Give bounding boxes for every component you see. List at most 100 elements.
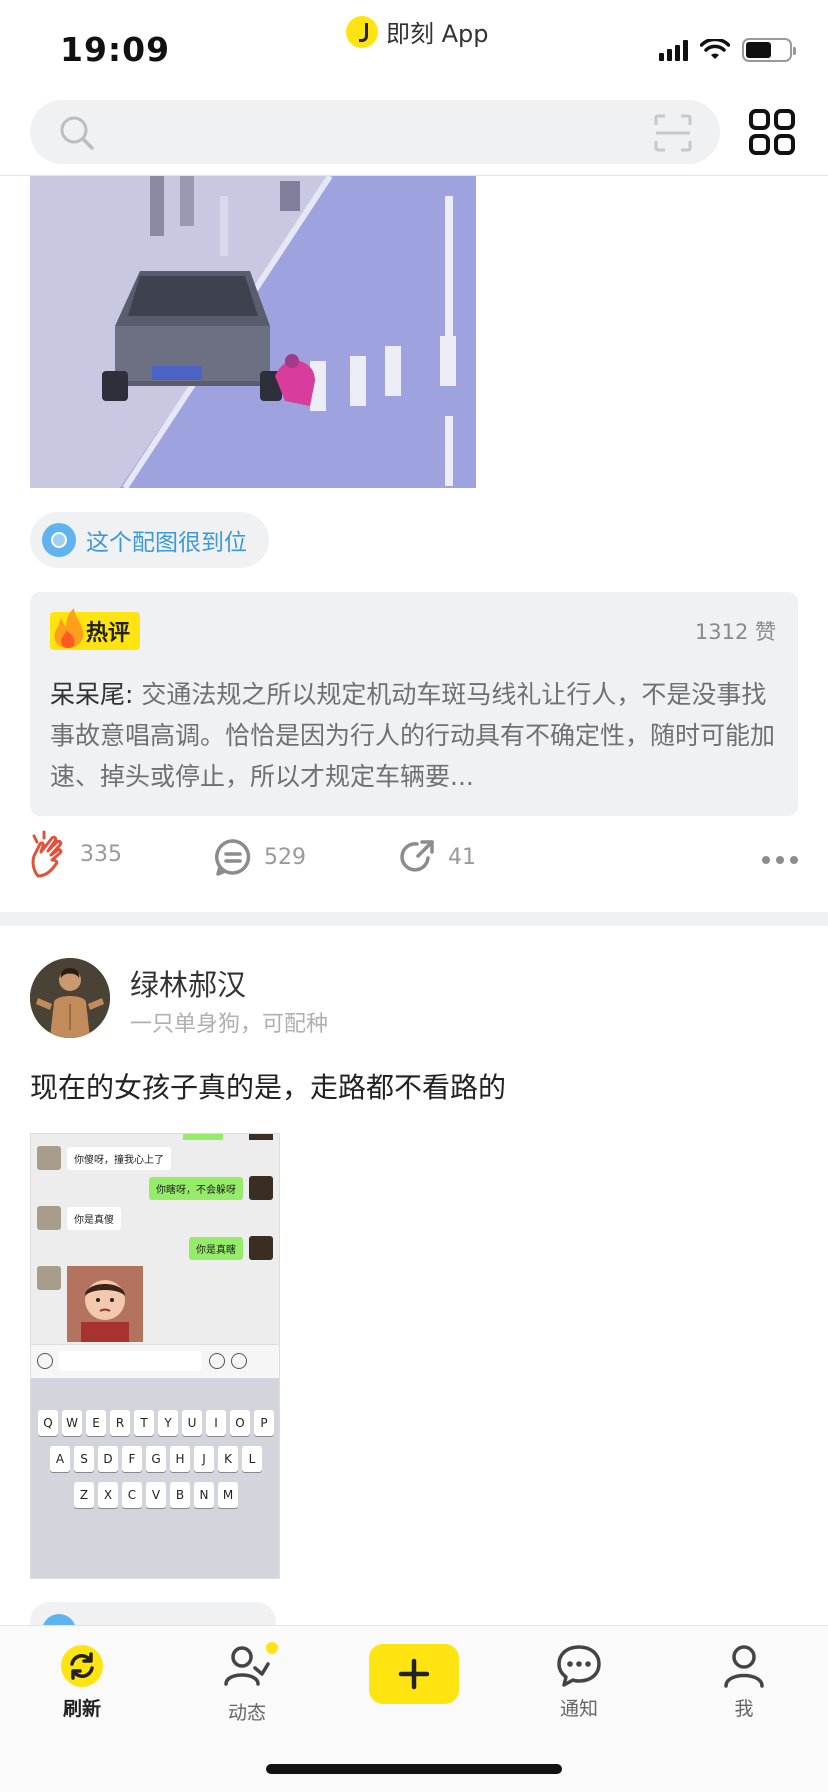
chat-bubble-icon (557, 1645, 601, 1687)
battery-icon (742, 38, 796, 62)
refresh-icon (61, 1645, 103, 1687)
keyboard-key: Z (74, 1482, 94, 1508)
voice-icon (37, 1353, 53, 1369)
keyboard-key: N (194, 1482, 214, 1508)
topic-chip[interactable]: 这个配图很到位 (30, 512, 269, 568)
keyboard-key: E (86, 1410, 106, 1436)
keyboard-key: A (50, 1446, 70, 1472)
share-button[interactable]: 41 (398, 838, 476, 876)
post-image-street[interactable] (30, 176, 476, 488)
tab-label: 通知 (559, 1698, 598, 1720)
search-bar[interactable] (30, 100, 720, 164)
status-time: 19:09 (60, 30, 171, 69)
keyboard-key: H (170, 1446, 190, 1472)
hot-comment-card[interactable]: 热评 1312 赞 呆呆尾: 交通法规之所以规定机动车斑马线礼让行人，不是没事找… (30, 592, 798, 816)
keyboard-row-1: QWERTYUIOP (31, 1410, 279, 1436)
chat-row (37, 1266, 143, 1342)
grid-menu-icon[interactable] (748, 108, 796, 156)
keyboard-key: J (194, 1446, 214, 1472)
signal-icon (659, 39, 688, 61)
keyboard-key: O (230, 1410, 250, 1436)
keyboard: QWERTYUIOP ASDFGHJKL ZXCVBNM (31, 1378, 279, 1578)
like-button[interactable]: 335 (30, 830, 122, 878)
keyboard-key: P (254, 1410, 274, 1436)
app-name: 即刻 App (386, 20, 489, 48)
share-count: 41 (448, 844, 476, 870)
scan-icon[interactable] (654, 114, 692, 152)
comment-icon (215, 839, 251, 876)
flame-icon (54, 608, 84, 648)
topic-icon (42, 523, 76, 557)
keyboard-row-3: ZXCVBNM (31, 1482, 279, 1508)
keyboard-key: K (218, 1446, 238, 1472)
keyboard-key: Q (38, 1410, 58, 1436)
comment-button[interactable]: 529 (214, 838, 306, 876)
status-bar: 19:09 即刻 App (0, 0, 828, 92)
tab-label: 动态 (227, 1702, 266, 1724)
keyboard-key: W (62, 1410, 82, 1436)
user-icon (724, 1645, 764, 1688)
chat-row: 你是真傻 (37, 1206, 121, 1230)
chat-avatar-cut (249, 1134, 273, 1140)
avatar[interactable] (30, 958, 110, 1038)
comment-count: 529 (264, 844, 306, 870)
jike-logo-icon (346, 15, 378, 48)
topic-label: 这个配图很到位 (86, 530, 247, 556)
chat-bubble-cut (183, 1134, 223, 1140)
people-icon (224, 1646, 270, 1686)
chat-row: 你傻呀，撞我心上了 (37, 1146, 171, 1170)
tab-notifications[interactable]: 通知 (524, 1644, 634, 1721)
post-action-bar: 335 529 41 (30, 830, 798, 894)
chat-row: 你瞎呀，不会躲呀 (149, 1176, 273, 1200)
chat-avatar (37, 1206, 61, 1230)
create-post-button[interactable] (369, 1644, 459, 1704)
keyboard-key: F (122, 1446, 142, 1472)
home-indicator (266, 1764, 562, 1774)
chat-sticker-image (67, 1266, 143, 1342)
chat-message: 你瞎呀，不会躲呀 (149, 1176, 243, 1200)
chat-message: 你是真瞎 (189, 1236, 243, 1260)
emoji-icon (209, 1353, 225, 1369)
post-author-name[interactable]: 绿林郝汉 (130, 962, 246, 1004)
keyboard-key: Y (158, 1410, 178, 1436)
keyboard-key: M (218, 1482, 238, 1508)
keyboard-key: U (182, 1410, 202, 1436)
hot-comment-likes[interactable]: 1312 赞 (695, 616, 776, 646)
app-indicator: 即刻 App (346, 14, 489, 49)
share-icon (400, 840, 434, 872)
hot-badge-label: 热评 (86, 621, 131, 646)
tab-refresh[interactable]: 刷新 (27, 1644, 137, 1721)
keyboard-key: G (146, 1446, 166, 1472)
keyboard-key: X (98, 1482, 118, 1508)
keyboard-key: C (122, 1482, 142, 1508)
chat-message: 你是真傻 (67, 1206, 121, 1230)
tab-feed[interactable]: 动态 (192, 1642, 302, 1725)
tab-me[interactable]: 我 (689, 1644, 799, 1721)
keyboard-row-2: ASDFGHJKL (31, 1446, 279, 1472)
unread-dot (266, 1642, 278, 1654)
more-options-icon[interactable] (762, 856, 798, 864)
chat-input (59, 1351, 201, 1371)
hot-comment-author[interactable]: 呆呆尾: (50, 680, 133, 709)
hot-comment-body: 交通法规之所以规定机动车斑马线礼让行人，不是没事找事故意唱高调。恰恰是因为行人的… (50, 680, 776, 791)
chat-avatar (37, 1266, 61, 1290)
chat-message: 你傻呀，撞我心上了 (67, 1146, 171, 1170)
keyboard-key: B (170, 1482, 190, 1508)
chat-input-bar (31, 1344, 279, 1378)
keyboard-key: L (242, 1446, 262, 1472)
status-icons (659, 38, 796, 62)
keyboard-key: T (134, 1410, 154, 1436)
post-image-chat[interactable]: 你傻呀，撞我心上了 你瞎呀，不会躲呀 你是真傻 你是真瞎 QWERTYUIOP … (30, 1133, 280, 1579)
post-separator (0, 912, 828, 926)
keyboard-key: V (146, 1482, 166, 1508)
wifi-icon (700, 39, 730, 59)
hot-comment-badge: 热评 (50, 608, 141, 650)
chat-avatar (249, 1176, 273, 1200)
post-text[interactable]: 现在的女孩子真的是，走路都不看路的 (30, 1066, 506, 1106)
tab-label: 刷新 (62, 1698, 101, 1720)
post-author-bio: 一只单身狗，可配种 (130, 1012, 329, 1037)
tab-label: 我 (734, 1698, 754, 1720)
chat-row: 你是真瞎 (189, 1236, 273, 1260)
keyboard-key: R (110, 1410, 130, 1436)
hot-comment-text: 呆呆尾: 交通法规之所以规定机动车斑马线礼让行人，不是没事找事故意唱高调。恰恰是… (50, 674, 778, 797)
